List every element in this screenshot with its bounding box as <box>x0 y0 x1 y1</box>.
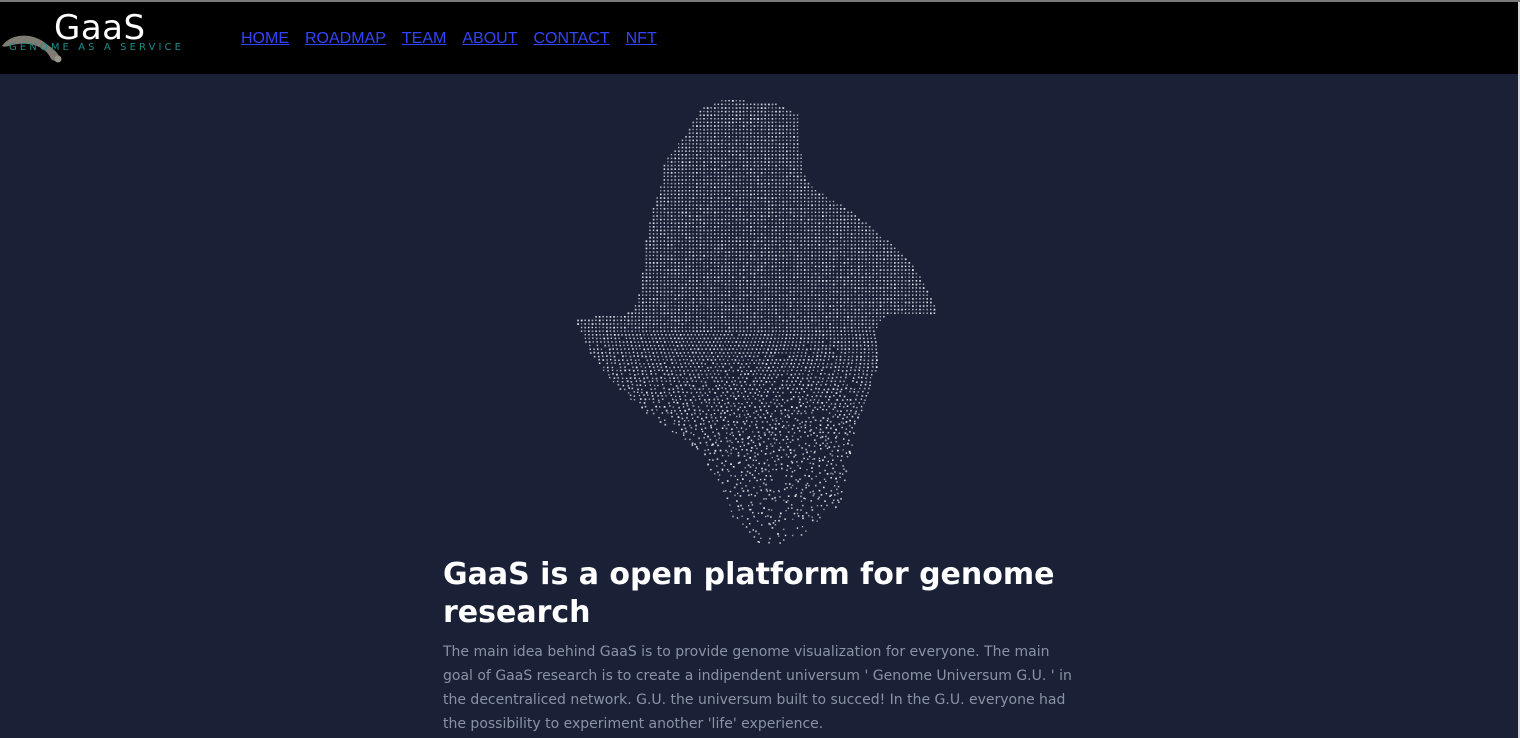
nav-link-team[interactable]: TEAM <box>402 30 446 48</box>
gaas-logo[interactable]: GaaS GENOME AS A SERVICE <box>0 2 200 74</box>
nav-link-home[interactable]: HOME <box>241 30 289 48</box>
hero-description: The main idea behind GaaS is to provide … <box>443 644 1072 732</box>
hero-headline: GaaS is a open platform for genome resea… <box>443 557 1055 630</box>
nav-link-roadmap[interactable]: ROADMAP <box>305 30 386 48</box>
hero-content: GaaS is a open platform for genome resea… <box>443 556 1083 736</box>
main-nav: HOME ROADMAP TEAM ABOUT CONTACT NFT <box>241 30 657 48</box>
nav-link-nft[interactable]: NFT <box>626 30 657 48</box>
top-navbar: GaaS GENOME AS A SERVICE HOME ROADMAP TE… <box>0 2 1518 74</box>
nav-link-about[interactable]: ABOUT <box>462 30 517 48</box>
logo-tagline: GENOME AS A SERVICE <box>9 42 184 53</box>
nav-link-contact[interactable]: CONTACT <box>533 30 609 48</box>
genome-particle-visualization <box>577 100 936 544</box>
